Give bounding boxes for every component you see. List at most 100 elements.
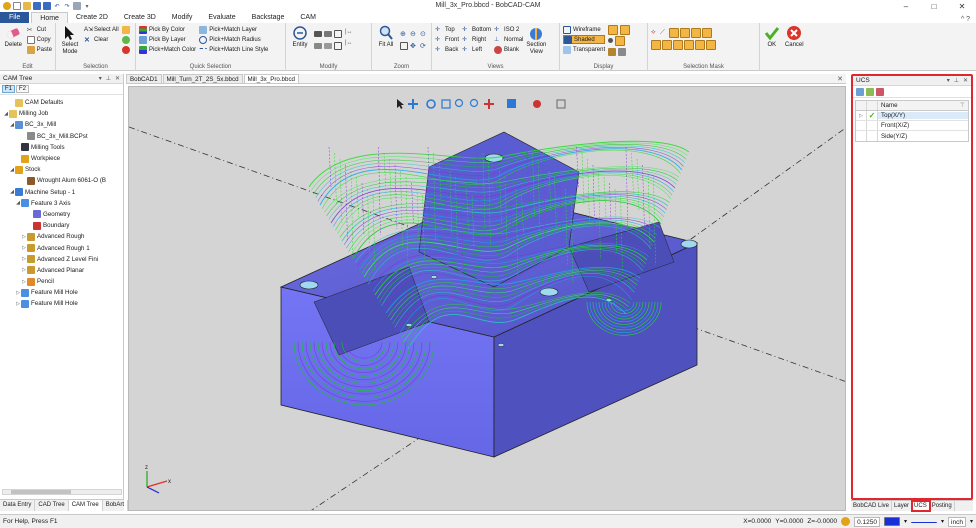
minimize-button[interactable]: –: [892, 0, 920, 12]
cam-tree-horizontal-scrollbar[interactable]: [2, 489, 122, 495]
tree-node[interactable]: ▷ Feature Mill Hole: [0, 287, 123, 298]
pick-by-color-button[interactable]: Pick By Color: [139, 25, 196, 34]
mask-arc-icon[interactable]: [669, 27, 679, 38]
hole-1[interactable]: [299, 280, 319, 290]
document-tab-bobcad1[interactable]: BobCAD1: [126, 74, 162, 83]
ribbon-collapse-icon[interactable]: ^ ?: [961, 16, 976, 23]
ucs-active-check-icon[interactable]: ✓: [867, 111, 878, 120]
zoom-out-icon[interactable]: ⊖: [410, 30, 418, 38]
open-folder-icon[interactable]: [23, 2, 31, 10]
table-icon[interactable]: [334, 41, 342, 50]
mask-text-icon[interactable]: [673, 39, 683, 50]
view-pan-icon[interactable]: [408, 99, 418, 109]
document-tab-mill-turn[interactable]: Mill_Turn_2T_2S_5x.bbcd: [162, 74, 243, 83]
rotate-icon[interactable]: ⟳: [420, 42, 428, 50]
selection-add-icon[interactable]: [121, 36, 130, 44]
pick-match-radius-button[interactable]: Pick+Match Radius: [199, 35, 268, 44]
close-button[interactable]: ✕: [948, 0, 976, 12]
copy-button[interactable]: Copy: [26, 35, 52, 44]
tree-node[interactable]: ◢ Feature 3 Axis: [0, 198, 123, 209]
view-top-button[interactable]: ✛ Top: [435, 25, 459, 34]
tab-create-3d[interactable]: Create 3D: [116, 12, 164, 23]
display-toggle-b-icon[interactable]: [620, 24, 631, 35]
pick-match-color-button[interactable]: Pick+Match Color: [139, 45, 196, 54]
view-right-button[interactable]: ✛ Right: [462, 35, 491, 44]
tree-node[interactable]: Geometry: [0, 209, 123, 220]
view-iso-dropdown[interactable]: ✛ ISO 2: [494, 25, 523, 34]
view-orient-icon[interactable]: [484, 99, 494, 109]
list-icon[interactable]: [324, 30, 332, 37]
tab-posting[interactable]: Posting: [930, 501, 955, 511]
ucs-new-icon[interactable]: [856, 87, 864, 96]
document-close-icon[interactable]: ✕: [837, 75, 846, 83]
selection-filter-icon[interactable]: [121, 26, 130, 34]
panel-pin-icon[interactable]: ⊥: [106, 75, 111, 82]
view-zoom-box-icon[interactable]: [441, 99, 451, 109]
hole-3[interactable]: [539, 287, 559, 297]
view-front-button[interactable]: ✛ Front: [435, 35, 459, 44]
mask-edge-icon[interactable]: [662, 39, 672, 50]
view-section-icon[interactable]: [533, 100, 541, 108]
filter-f2-button[interactable]: F2: [16, 85, 30, 93]
tab-cad-tree[interactable]: CAD Tree: [35, 500, 69, 511]
tree-node[interactable]: Wrought Alum 6061-O (B: [0, 175, 123, 186]
print-icon[interactable]: [73, 2, 81, 10]
view-rotate-icon[interactable]: [426, 99, 436, 109]
display-lighting-icon[interactable]: [618, 47, 627, 56]
tab-backstage[interactable]: Backstage: [244, 12, 293, 23]
tree-node[interactable]: ▷ Advanced Planar: [0, 265, 123, 276]
tab-data-entry[interactable]: Data Entry: [0, 500, 36, 511]
toolpath-plunge[interactable]: [394, 164, 398, 230]
tab-ucs[interactable]: UCS: [911, 500, 931, 512]
tree-node[interactable]: ◢ BC_3x_Mill: [0, 119, 123, 130]
group-icon[interactable]: [324, 42, 332, 49]
select-all-button[interactable]: A⇲ Select All: [84, 25, 119, 34]
mask-dimension-icon[interactable]: [684, 39, 694, 50]
grid-icon[interactable]: [334, 29, 342, 38]
line-style-picker-icon[interactable]: [911, 521, 938, 525]
view-blank-dropdown[interactable]: Blank: [494, 45, 523, 54]
ucs-edit-icon[interactable]: [866, 87, 874, 96]
filter-f1-button[interactable]: F1: [2, 85, 16, 93]
units-dropdown[interactable]: inch: [948, 516, 966, 527]
toolpath-plunge[interactable]: [339, 158, 343, 224]
tab-cam-tree[interactable]: CAM Tree: [68, 500, 103, 511]
color-dropdown-icon[interactable]: ▾: [904, 518, 907, 525]
ucs-row[interactable]: Side(Y/Z): [856, 131, 968, 141]
tab-file[interactable]: File: [0, 12, 30, 23]
tree-node[interactable]: ◢ Machine Setup - 1: [0, 187, 123, 198]
graphics-viewport[interactable]: x z: [128, 86, 846, 511]
display-dot-icon[interactable]: [608, 38, 614, 43]
toolpath-plunge[interactable]: [383, 152, 387, 194]
tree-node[interactable]: ◢ Milling Job: [0, 108, 123, 119]
toolpath-plunge[interactable]: [636, 158, 640, 212]
mask-surface-icon[interactable]: [691, 27, 701, 38]
tree-node[interactable]: ▷ Advanced Z Level Fini: [0, 254, 123, 265]
mask-feature-icon[interactable]: [706, 39, 716, 50]
ucs-delete-icon[interactable]: [876, 87, 884, 96]
wireframe-button[interactable]: Wireframe: [563, 25, 605, 34]
ok-button[interactable]: OK: [763, 25, 781, 71]
zoom-previous-icon[interactable]: [400, 41, 408, 50]
mask-line-icon[interactable]: ⟋: [660, 29, 668, 37]
tab-bobcad-live[interactable]: BobCAD Live: [851, 501, 893, 511]
panel-close-icon[interactable]: ✕: [115, 75, 120, 82]
view-zoom-icon[interactable]: [454, 98, 464, 108]
units-dropdown-icon[interactable]: ▾: [970, 518, 973, 525]
hole-7[interactable]: [430, 275, 438, 279]
cancel-button[interactable]: Cancel: [784, 25, 805, 71]
hole-6[interactable]: [497, 343, 505, 347]
zoom-in-icon[interactable]: ⊕: [400, 30, 408, 38]
toolpath-plunge[interactable]: [631, 152, 634, 194]
save-all-icon[interactable]: [43, 2, 51, 10]
display-material-icon[interactable]: [608, 47, 617, 56]
document-tab-mill-3x-pro[interactable]: Mill_3x_Pro.bbcd: [243, 74, 299, 83]
toolpath-plunge[interactable]: [334, 152, 337, 206]
ucs-menu-icon[interactable]: ▾: [947, 77, 950, 84]
view-display-mode-icon[interactable]: [507, 99, 516, 108]
toolpath-plunge[interactable]: [389, 158, 392, 212]
cut-button[interactable]: ✂ Cut: [27, 25, 52, 34]
view-zoom-fit-icon[interactable]: [469, 98, 479, 108]
ucs-close-icon[interactable]: ✕: [963, 77, 968, 84]
mask-point-icon[interactable]: ⟡: [651, 29, 659, 37]
